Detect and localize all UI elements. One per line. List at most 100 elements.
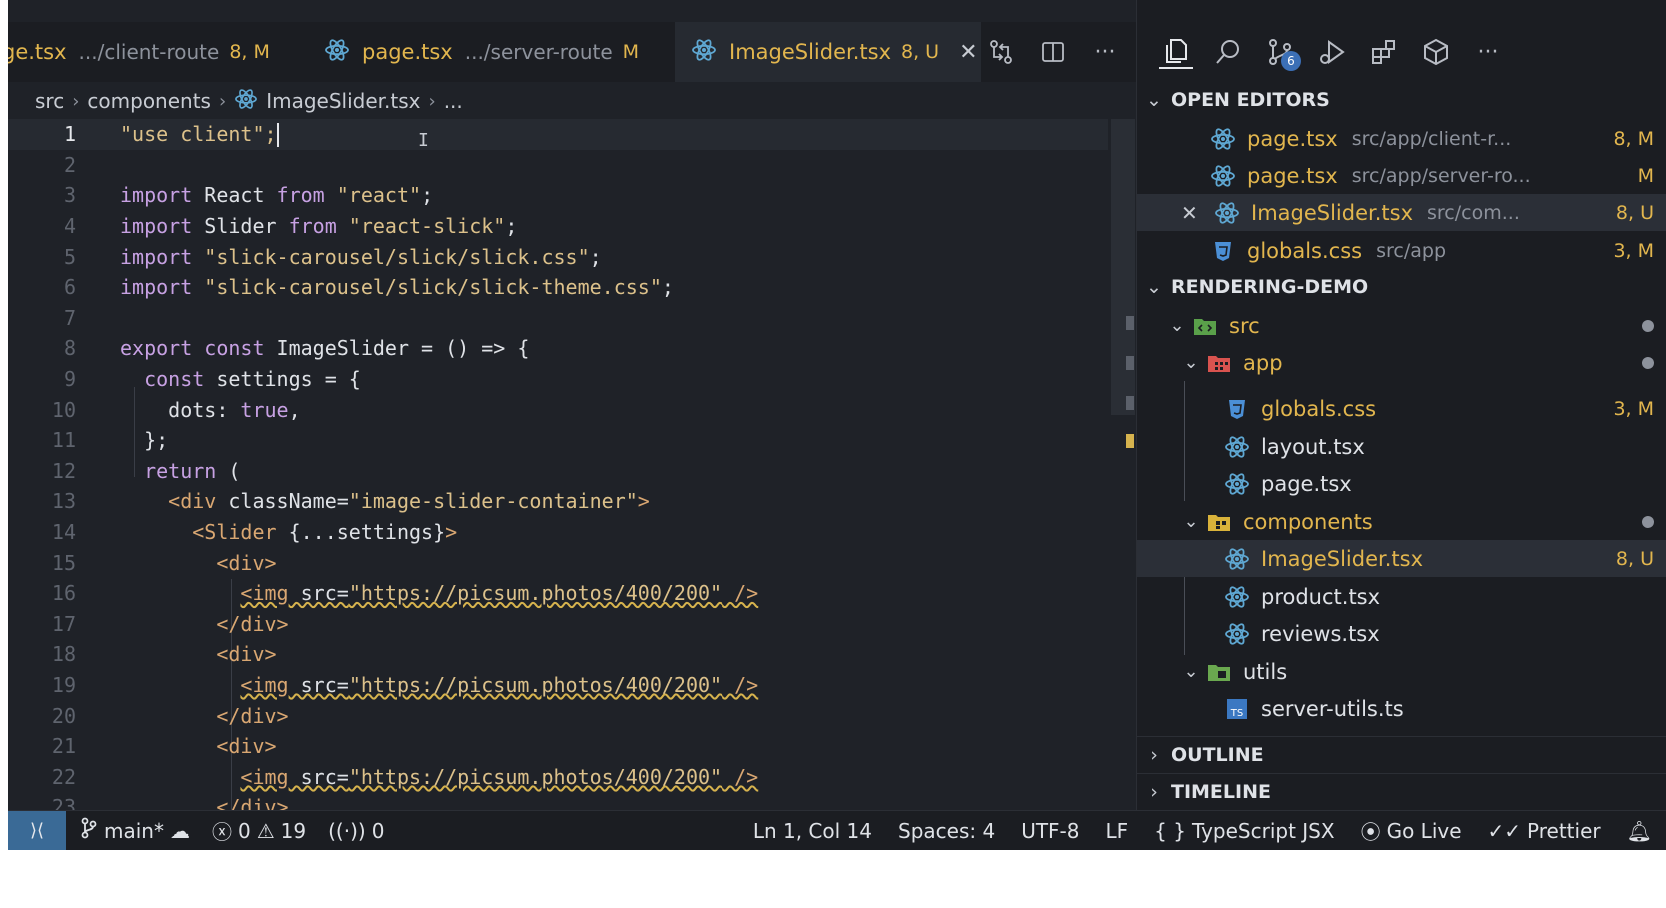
code-editor[interactable]: 1 "use client"; 2 3 import React from "rea…: [8, 119, 1118, 810]
code-token: "slick-carousel/slick/slick.css": [204, 244, 590, 269]
breadcrumb-symbol[interactable]: ...: [444, 89, 463, 113]
code-line: 4 import Slider from "react-slick";: [8, 211, 1108, 242]
file-name: layout.tsx: [1261, 434, 1365, 459]
folder-components[interactable]: ⌄ components: [1137, 503, 1666, 540]
code-token: "slick-carousel/slick/slick-theme.css": [204, 275, 662, 300]
close-icon[interactable]: ✕: [959, 40, 977, 65]
branch-indicator[interactable]: main* ☁: [80, 817, 190, 844]
overview-ruler-mark: [1126, 316, 1134, 330]
code-line: 9 const settings = {: [8, 364, 1108, 395]
code-line: 6 import "slick-carousel/slick/slick-them…: [8, 272, 1108, 303]
go-live-button[interactable]: ⦿ Go Live: [1361, 816, 1462, 845]
code-token: </div>: [216, 795, 289, 810]
react-file-icon: [234, 88, 258, 115]
react-file-icon: [1223, 621, 1251, 647]
folder-utils[interactable]: ⌄ utils: [1137, 653, 1666, 690]
tab-imageslider-active[interactable]: ImageSlider.tsx 8, U ✕: [675, 22, 981, 82]
tab-badge: 8, U: [901, 41, 940, 63]
open-editor-item-active[interactable]: ✕ ImageSlider.tsx src/com... 8, U: [1137, 194, 1666, 231]
close-icon[interactable]: ✕: [1181, 201, 1201, 225]
notifications-bell-icon[interactable]: 🔔︎: [1627, 819, 1652, 843]
file-server-utils-ts[interactable]: TS server-utils.ts: [1137, 690, 1666, 727]
code-token: <div>: [216, 550, 277, 575]
breadcrumb-components[interactable]: components: [87, 89, 211, 113]
encoding[interactable]: UTF-8: [1021, 819, 1079, 843]
modified-dot: [1642, 356, 1654, 369]
search-icon[interactable]: [1211, 35, 1245, 69]
code-line: 14 <Slider {...settings}>: [8, 517, 1108, 548]
tab-client-route-page[interactable]: ge.tsx .../client-route 8, M: [8, 22, 302, 82]
code-token: import: [120, 214, 193, 239]
outline-header[interactable]: › OUTLINE: [1137, 736, 1666, 772]
open-editor-item[interactable]: globals.css src/app 3, M: [1137, 232, 1666, 269]
file-page-tsx[interactable]: page.tsx: [1137, 465, 1666, 502]
folder-name: app: [1243, 350, 1283, 375]
tab-server-route-page[interactable]: page.tsx .../server-route M: [314, 22, 674, 82]
modified-dot: [1642, 319, 1654, 332]
tab-filename: ge.tsx: [8, 40, 67, 64]
file-reviews-tsx[interactable]: reviews.tsx: [1137, 615, 1666, 652]
chevron-right-icon: ›: [72, 90, 80, 112]
language-mode[interactable]: { } TypeScript JSX: [1154, 819, 1334, 843]
cloud-sync-icon: ☁: [169, 818, 190, 843]
breadcrumb-src[interactable]: src: [35, 89, 64, 113]
end-of-line[interactable]: LF: [1106, 819, 1129, 843]
code-line: 19 <img src="https://picsum.photos/400/2…: [8, 670, 1108, 701]
file-layout-tsx[interactable]: layout.tsx: [1137, 428, 1666, 465]
file-globals-css[interactable]: globals.css 3, M: [1137, 390, 1666, 427]
problems-indicator[interactable]: ⓧ 0 ⚠ 19: [212, 816, 306, 845]
file-path: src/app: [1376, 239, 1446, 262]
tab-badge: 8, M: [229, 41, 270, 63]
indentation[interactable]: Spaces: 4: [898, 819, 995, 843]
breadcrumb-file[interactable]: ImageSlider.tsx: [266, 89, 420, 113]
editor-actions: ···: [988, 22, 1118, 82]
folder-app[interactable]: ⌄ app: [1137, 344, 1666, 381]
file-product-tsx[interactable]: product.tsx: [1137, 578, 1666, 615]
folder-utils-icon: [1205, 659, 1233, 685]
open-editor-item[interactable]: page.tsx src/app/client-r... 8, M: [1137, 120, 1666, 157]
code-line: 10 dots: true,: [8, 394, 1108, 425]
more-actions-icon[interactable]: ···: [1092, 40, 1118, 65]
line-number: 5: [63, 244, 76, 269]
code-token: src=: [288, 581, 349, 606]
open-editor-item[interactable]: page.tsx src/app/server-ro... M: [1137, 157, 1666, 194]
open-editors-header[interactable]: ⌄ OPEN EDITORS: [1137, 82, 1666, 118]
react-file-icon: [1223, 546, 1251, 572]
code-token: className=: [216, 489, 349, 514]
more-views-icon[interactable]: ···: [1471, 35, 1505, 69]
code-token: <img: [240, 581, 289, 606]
ibeam-cursor-icon: I: [418, 130, 429, 151]
tab-path: .../client-route: [78, 40, 220, 64]
prettier-button[interactable]: ✓✓ Prettier: [1488, 819, 1601, 843]
split-editor-icon[interactable]: [1040, 40, 1066, 64]
react-file-icon: [1209, 163, 1237, 189]
scrollbar-thumb[interactable]: [1111, 119, 1135, 415]
package-icon[interactable]: [1419, 35, 1453, 69]
ports-count: 0: [371, 818, 385, 843]
cursor-position[interactable]: Ln 1, Col 14: [753, 819, 872, 843]
code-token: "https://picsum.photos/400/200": [348, 764, 723, 789]
folder-src[interactable]: ⌄ src: [1137, 307, 1666, 344]
timeline-header[interactable]: › TIMELINE: [1137, 773, 1666, 809]
code-token: ImageSlider = () => {: [264, 336, 530, 361]
code-token: from: [288, 214, 337, 239]
file-path: src/com...: [1427, 201, 1520, 224]
file-imageslider-tsx[interactable]: ImageSlider.tsx 8, U: [1137, 540, 1666, 577]
source-control-icon[interactable]: 6: [1263, 35, 1301, 71]
explorer-files-icon[interactable]: [1159, 35, 1193, 69]
remote-indicator-icon[interactable]: ⟩⟨: [8, 810, 66, 850]
run-debug-icon[interactable]: [1315, 35, 1349, 69]
ports-indicator[interactable]: ((·)) 0: [328, 819, 384, 843]
section-title: TIMELINE: [1171, 780, 1271, 803]
file-name: ImageSlider.tsx: [1261, 546, 1424, 571]
compare-changes-icon[interactable]: [988, 40, 1014, 64]
overview-ruler-warning: [1126, 434, 1134, 448]
extensions-icon[interactable]: [1367, 35, 1401, 69]
code-line: 7: [8, 303, 1108, 334]
code-token: Slider: [192, 214, 289, 239]
project-header[interactable]: ⌄ RENDERING-DEMO: [1137, 269, 1666, 305]
broadcast-icon: ((·)): [328, 818, 366, 843]
chevron-down-icon: ⌄: [1146, 89, 1162, 111]
code-token: "react": [336, 183, 422, 208]
